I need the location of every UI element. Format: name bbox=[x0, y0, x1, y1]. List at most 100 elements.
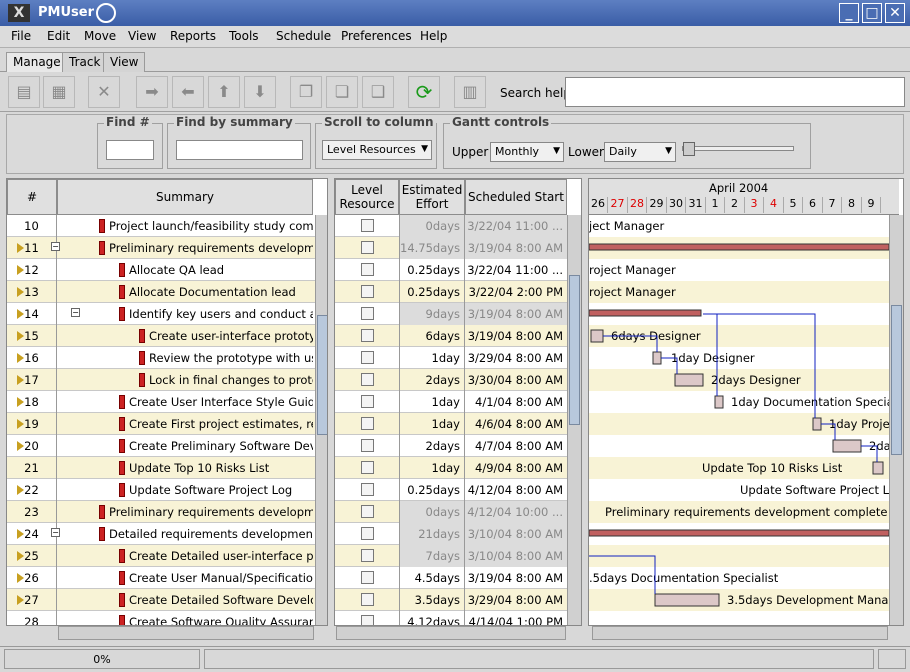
table-row[interactable]: 24− Detailed requirements development bbox=[7, 523, 315, 545]
table-row[interactable]: 12 Allocate QA lead bbox=[7, 259, 315, 281]
estimated-effort[interactable]: 4.12days bbox=[399, 611, 465, 625]
scheduled-start[interactable]: 3/22/04 11:00 ... bbox=[465, 259, 567, 281]
header-number[interactable]: # bbox=[7, 179, 57, 215]
task-summary[interactable]: Create First project estimates, revi bbox=[129, 413, 313, 435]
task-summary[interactable]: Allocate QA lead bbox=[129, 259, 313, 281]
detail-row[interactable]: 9days 3/19/04 8:00 AM bbox=[335, 303, 567, 325]
estimated-effort[interactable]: 1day bbox=[399, 457, 465, 479]
estimated-effort[interactable]: 21days bbox=[399, 523, 465, 545]
header-scheduled-start[interactable]: Scheduled Start bbox=[465, 179, 567, 215]
edit-task-icon[interactable]: ▦ bbox=[43, 76, 75, 108]
refresh-icon[interactable]: ⟳ bbox=[408, 76, 440, 108]
lower-scale-select[interactable]: Daily bbox=[604, 142, 676, 162]
scheduled-start[interactable]: 4/6/04 8:00 AM bbox=[465, 413, 567, 435]
level-resource-checkbox[interactable] bbox=[361, 549, 374, 562]
gantt-scrollbar[interactable] bbox=[889, 215, 903, 625]
arrow-left-icon[interactable]: ⬅ bbox=[172, 76, 204, 108]
tab-manage[interactable]: Manage bbox=[6, 52, 68, 72]
upper-scale-select[interactable]: Monthly bbox=[490, 142, 564, 162]
level-resource-checkbox[interactable] bbox=[361, 351, 374, 364]
new-task-icon[interactable]: ▤ bbox=[8, 76, 40, 108]
tab-track[interactable]: Track bbox=[62, 52, 108, 72]
layout-icon[interactable]: ▥ bbox=[454, 76, 486, 108]
collapse-icon[interactable]: − bbox=[51, 528, 60, 537]
table-row[interactable]: 16 Review the prototype with user bbox=[7, 347, 315, 369]
menu-move[interactable]: Move bbox=[84, 29, 116, 43]
task-summary[interactable]: Project launch/feasibility study comple bbox=[109, 215, 313, 237]
task-summary[interactable]: Review the prototype with user bbox=[149, 347, 313, 369]
task-bar[interactable] bbox=[652, 351, 662, 365]
estimated-effort[interactable]: 4.5days bbox=[399, 567, 465, 589]
detail-row[interactable]: 2days 3/30/04 8:00 AM bbox=[335, 369, 567, 391]
maximize-button[interactable]: □ bbox=[862, 3, 882, 23]
detail-row[interactable]: 0days 4/12/04 10:00 ... bbox=[335, 501, 567, 523]
table-row[interactable]: 22 Update Software Project Log bbox=[7, 479, 315, 501]
estimated-effort[interactable]: 0.25days bbox=[399, 281, 465, 303]
scheduled-start[interactable]: 3/22/04 11:00 ... bbox=[465, 215, 567, 237]
menu-file[interactable]: File bbox=[11, 29, 31, 43]
menu-preferences[interactable]: Preferences bbox=[341, 29, 412, 43]
detail-row[interactable]: 0.25days 3/22/04 11:00 ... bbox=[335, 259, 567, 281]
level-resource-checkbox[interactable] bbox=[361, 373, 374, 386]
detail-row[interactable]: 1day 4/6/04 8:00 AM bbox=[335, 413, 567, 435]
task-summary[interactable]: Allocate Documentation lead bbox=[129, 281, 313, 303]
menu-edit[interactable]: Edit bbox=[47, 29, 70, 43]
table-row[interactable]: 13 Allocate Documentation lead bbox=[7, 281, 315, 303]
scheduled-start[interactable]: 3/10/04 8:00 AM bbox=[465, 545, 567, 567]
scroll-to-column-select[interactable]: Level Resources bbox=[322, 140, 432, 160]
task-bar[interactable] bbox=[812, 417, 822, 431]
detail-row[interactable]: 3.5days 3/29/04 8:00 AM bbox=[335, 589, 567, 611]
detail-row[interactable]: 0.25days 3/22/04 2:00 PM bbox=[335, 281, 567, 303]
header-summary[interactable]: Summary bbox=[57, 179, 313, 215]
table-row[interactable]: 11− Preliminary requirements development bbox=[7, 237, 315, 259]
estimated-effort[interactable]: 3.5days bbox=[399, 589, 465, 611]
task-bar[interactable] bbox=[674, 373, 704, 387]
task-summary[interactable]: Create Preliminary Software Develo bbox=[129, 435, 313, 457]
summary-bar[interactable] bbox=[589, 309, 702, 317]
task-summary[interactable]: Create user-interface prototyp bbox=[149, 325, 313, 347]
level-resource-checkbox[interactable] bbox=[361, 593, 374, 606]
scheduled-start[interactable]: 4/12/04 8:00 AM bbox=[465, 479, 567, 501]
detail-row[interactable]: 4.5days 3/19/04 8:00 AM bbox=[335, 567, 567, 589]
level-resource-checkbox[interactable] bbox=[361, 527, 374, 540]
level-resource-checkbox[interactable] bbox=[361, 505, 374, 518]
scheduled-start[interactable]: 3/29/04 8:00 AM bbox=[465, 589, 567, 611]
menu-reports[interactable]: Reports bbox=[170, 29, 216, 43]
level-resource-checkbox[interactable] bbox=[361, 219, 374, 232]
detail-row[interactable]: 1day 3/29/04 8:00 AM bbox=[335, 347, 567, 369]
estimated-effort[interactable]: 0days bbox=[399, 215, 465, 237]
paste-icon[interactable]: ❏ bbox=[326, 76, 358, 108]
scheduled-start[interactable]: 4/12/04 10:00 ... bbox=[465, 501, 567, 523]
level-resource-checkbox[interactable] bbox=[361, 395, 374, 408]
copy-icon[interactable]: ❐ bbox=[290, 76, 322, 108]
table-row[interactable]: 27 Create Detailed Software Developm bbox=[7, 589, 315, 611]
table-row[interactable]: 19 Create First project estimates, revi bbox=[7, 413, 315, 435]
level-resource-checkbox[interactable] bbox=[361, 615, 374, 625]
find-summary-input[interactable] bbox=[176, 140, 303, 160]
find-number-input[interactable] bbox=[106, 140, 154, 160]
task-summary[interactable]: Create Detailed user-interface prot bbox=[129, 545, 313, 567]
menu-tools[interactable]: Tools bbox=[229, 29, 259, 43]
estimated-effort[interactable]: 0.25days bbox=[399, 259, 465, 281]
estimated-effort[interactable]: 1day bbox=[399, 413, 465, 435]
detail-row[interactable]: 6days 3/19/04 8:00 AM bbox=[335, 325, 567, 347]
detail-row[interactable]: 21days 3/10/04 8:00 AM bbox=[335, 523, 567, 545]
detail-row[interactable]: 2days 4/7/04 8:00 AM bbox=[335, 435, 567, 457]
scheduled-start[interactable]: 3/10/04 8:00 AM bbox=[465, 523, 567, 545]
scheduled-start[interactable]: 3/19/04 8:00 AM bbox=[465, 325, 567, 347]
table-row[interactable]: 26 Create User Manual/Specification, bbox=[7, 567, 315, 589]
zoom-slider[interactable] bbox=[682, 146, 794, 151]
level-resource-checkbox[interactable] bbox=[361, 461, 374, 474]
detail-row[interactable]: 1day 4/1/04 8:00 AM bbox=[335, 391, 567, 413]
level-resource-checkbox[interactable] bbox=[361, 307, 374, 320]
level-resource-checkbox[interactable] bbox=[361, 285, 374, 298]
move-down-icon[interactable]: ⬇ bbox=[244, 76, 276, 108]
header-level-resource[interactable]: Level Resource bbox=[335, 179, 399, 215]
estimated-effort[interactable]: 2days bbox=[399, 369, 465, 391]
task-summary[interactable]: Create User Manual/Specification, bbox=[129, 567, 313, 589]
estimated-effort[interactable]: 0.25days bbox=[399, 479, 465, 501]
estimated-effort[interactable]: 7days bbox=[399, 545, 465, 567]
menu-help[interactable]: Help bbox=[420, 29, 447, 43]
scheduled-start[interactable]: 3/29/04 8:00 AM bbox=[465, 347, 567, 369]
header-estimated-effort[interactable]: Estimated Effort bbox=[399, 179, 465, 215]
